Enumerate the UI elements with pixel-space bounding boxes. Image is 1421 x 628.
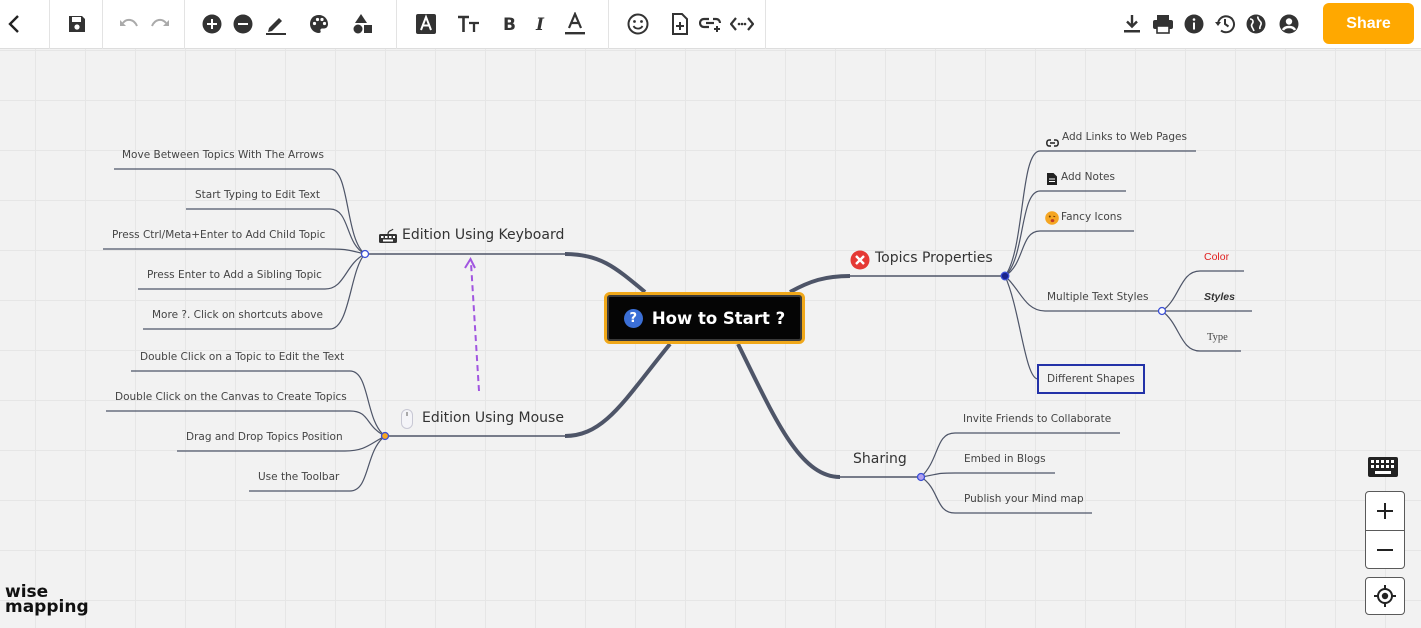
share-button[interactable]: Share: [1323, 3, 1414, 44]
font-size-icon[interactable]: [454, 8, 484, 40]
properties-item[interactable]: Different Shapes: [1047, 373, 1135, 385]
question-icon: ?: [623, 308, 643, 328]
mouse-node: [380, 431, 390, 441]
link-icon[interactable]: [696, 8, 726, 40]
mouse-item[interactable]: Double Click on a Topic to Edit the Text: [140, 351, 344, 363]
keyboard-icon[interactable]: [1368, 457, 1398, 482]
toolbar-divider: [608, 0, 609, 49]
keyboard-item[interactable]: More ?. Click on shortcuts above: [152, 309, 323, 321]
connector-sharing: [736, 343, 841, 479]
relationship-icon[interactable]: [727, 8, 757, 40]
connector-mouse: [564, 342, 672, 438]
toolbar-divider: [102, 0, 103, 49]
mouse-item[interactable]: Drag and Drop Topics Position: [186, 431, 343, 443]
toolbar-divider: [49, 0, 50, 49]
mouse-item[interactable]: Double Click on the Canvas to Create Top…: [115, 391, 347, 403]
connector-keyboard: [564, 252, 647, 294]
central-topic[interactable]: ? How to Start ?: [604, 292, 805, 344]
zoom-in-icon[interactable]: [1366, 492, 1404, 531]
toolbar: B I Share: [0, 0, 1421, 49]
publish-icon[interactable]: [1241, 8, 1271, 40]
connector-properties: [789, 274, 851, 294]
properties-item[interactable]: Multiple Text Styles: [1047, 291, 1148, 303]
toolbar-divider: [396, 0, 397, 49]
style-styles-item[interactable]: Styles: [1204, 291, 1235, 303]
link-icon: [1046, 134, 1059, 152]
topic-keyboard[interactable]: Edition Using Keyboard: [402, 227, 564, 243]
topic-mouse[interactable]: Edition Using Mouse: [422, 410, 564, 426]
keyboard-node: [360, 249, 370, 259]
wisemapping-logo: wise mapping: [5, 584, 89, 617]
properties-node: [1000, 271, 1010, 281]
delete-topic-icon[interactable]: [228, 8, 258, 40]
properties-branch-lines: [1004, 150, 1252, 380]
mouse-item[interactable]: Use the Toolbar: [258, 471, 339, 483]
info-icon[interactable]: [1179, 8, 1209, 40]
sharing-item[interactable]: Embed in Blogs: [964, 453, 1046, 465]
close-icon: [850, 250, 870, 275]
zoom-panel: [1365, 491, 1405, 569]
account-icon[interactable]: [1274, 8, 1304, 40]
properties-item[interactable]: Add Notes: [1061, 171, 1115, 183]
sharing-item[interactable]: Publish your Mind map: [964, 493, 1084, 505]
toolbar-divider: [184, 0, 185, 49]
mindmap-canvas[interactable]: ? How to Start ? Edition Using Keyboard …: [0, 49, 1421, 628]
svg-text:I: I: [535, 15, 545, 33]
topic-sharing[interactable]: Sharing: [853, 451, 907, 467]
sharing-node: [916, 472, 926, 482]
keyboard-item[interactable]: Press Ctrl/Meta+Enter to Add Child Topic: [112, 229, 325, 241]
central-topic-label: How to Start ?: [651, 308, 786, 328]
properties-item[interactable]: Add Links to Web Pages: [1062, 131, 1187, 143]
keyboard-topic-icon: [378, 228, 398, 249]
logo-bottom: mapping: [5, 597, 89, 617]
emoji-icon[interactable]: [623, 8, 653, 40]
back-icon[interactable]: [0, 8, 30, 40]
emoji-icon: [1045, 211, 1059, 230]
properties-item[interactable]: Fancy Icons: [1061, 211, 1122, 223]
save-icon[interactable]: [62, 8, 92, 40]
font-color-icon[interactable]: [560, 8, 590, 40]
style-type-item[interactable]: Type: [1207, 332, 1228, 343]
border-style-icon[interactable]: [261, 8, 291, 40]
zoom-out-icon[interactable]: [1366, 531, 1404, 569]
styles-node: [1157, 306, 1167, 316]
keyboard-item[interactable]: Move Between Topics With The Arrows: [122, 149, 324, 161]
style-color-item[interactable]: Color: [1204, 251, 1229, 263]
note-icon: [1047, 172, 1057, 190]
sharing-item[interactable]: Invite Friends to Collaborate: [963, 413, 1111, 425]
center-focus-icon[interactable]: [1365, 577, 1405, 615]
undo-icon[interactable]: [114, 8, 144, 40]
relationship-arrow: [470, 262, 480, 392]
add-topic-icon[interactable]: [197, 8, 227, 40]
bold-icon[interactable]: B: [495, 8, 525, 40]
palette-icon[interactable]: [304, 8, 334, 40]
note-icon[interactable]: [665, 8, 695, 40]
redo-icon[interactable]: [145, 8, 175, 40]
font-icon[interactable]: [411, 8, 441, 40]
italic-icon[interactable]: I: [527, 8, 557, 40]
svg-text:B: B: [503, 15, 516, 33]
toolbar-divider: [765, 0, 766, 49]
keyboard-item[interactable]: Press Enter to Add a Sibling Topic: [147, 269, 322, 281]
print-icon[interactable]: [1148, 8, 1178, 40]
topic-properties[interactable]: Topics Properties: [875, 250, 993, 266]
download-icon[interactable]: [1117, 8, 1147, 40]
history-icon[interactable]: [1210, 8, 1240, 40]
shapes-icon[interactable]: [348, 8, 378, 40]
keyboard-item[interactable]: Start Typing to Edit Text: [195, 189, 320, 201]
mouse-topic-icon: [401, 409, 413, 434]
